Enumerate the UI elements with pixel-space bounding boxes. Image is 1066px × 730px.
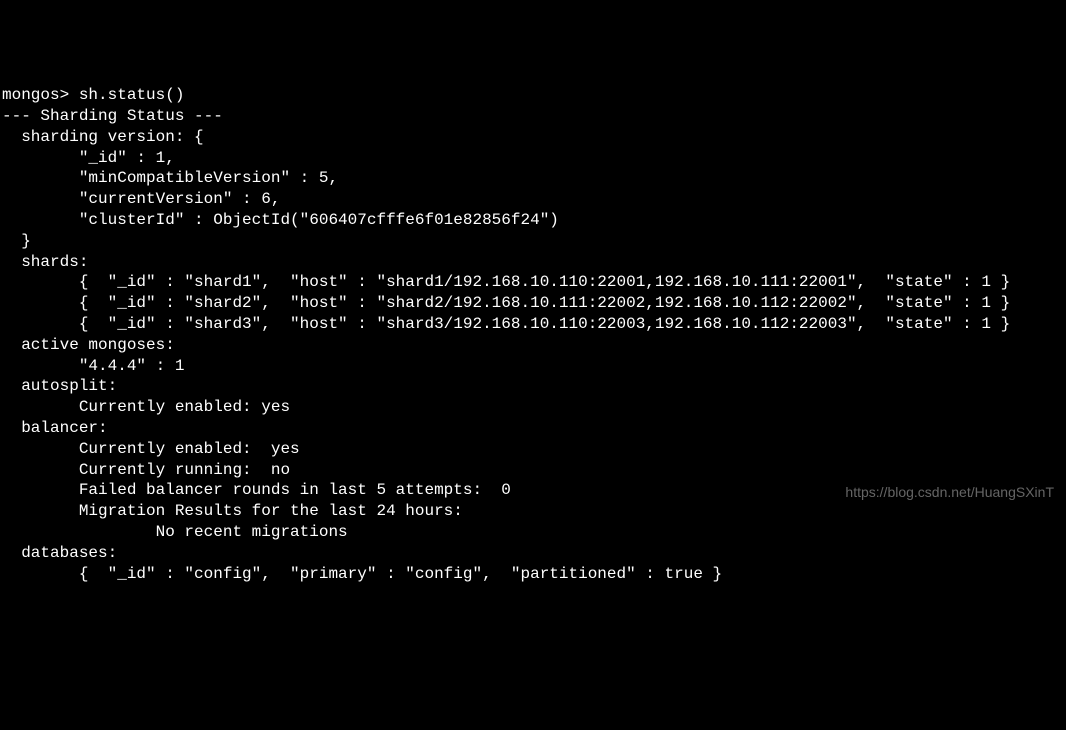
balancer-label: balancer: [2, 419, 108, 437]
shard-row-3: { "_id" : "shard3", "host" : "shard3/192… [2, 315, 1010, 333]
active-mongoses-value: "4.4.4" : 1 [2, 357, 184, 375]
command-text: sh.status() [79, 86, 185, 104]
sharding-version-id: "_id" : 1, [2, 149, 175, 167]
shard-row-2: { "_id" : "shard2", "host" : "shard2/192… [2, 294, 1010, 312]
databases-label: databases: [2, 544, 117, 562]
sharding-version-mincompat: "minCompatibleVersion" : 5, [2, 169, 338, 187]
sharding-version-label: sharding version: { [2, 128, 204, 146]
shell-prompt: mongos> [2, 86, 79, 104]
terminal-output[interactable]: mongos> sh.status() --- Sharding Status … [2, 85, 1066, 584]
database-row-1: { "_id" : "config", "primary" : "config"… [2, 565, 722, 583]
balancer-migration-value: No recent migrations [2, 523, 348, 541]
output-header: --- Sharding Status --- [2, 107, 223, 125]
balancer-running: Currently running: no [2, 461, 290, 479]
active-mongoses-label: active mongoses: [2, 336, 175, 354]
shard-row-1: { "_id" : "shard1", "host" : "shard1/192… [2, 273, 1010, 291]
balancer-failed: Failed balancer rounds in last 5 attempt… [2, 481, 511, 499]
shards-label: shards: [2, 253, 88, 271]
autosplit-label: autosplit: [2, 377, 117, 395]
sharding-version-clusterid: "clusterId" : ObjectId("606407cfffe6f01e… [2, 211, 559, 229]
sharding-version-current: "currentVersion" : 6, [2, 190, 280, 208]
balancer-migration-label: Migration Results for the last 24 hours: [2, 502, 463, 520]
watermark-text: https://blog.csdn.net/HuangSXinT [845, 483, 1054, 501]
balancer-enabled: Currently enabled: yes [2, 440, 300, 458]
autosplit-value: Currently enabled: yes [2, 398, 290, 416]
sharding-version-close: } [2, 232, 31, 250]
